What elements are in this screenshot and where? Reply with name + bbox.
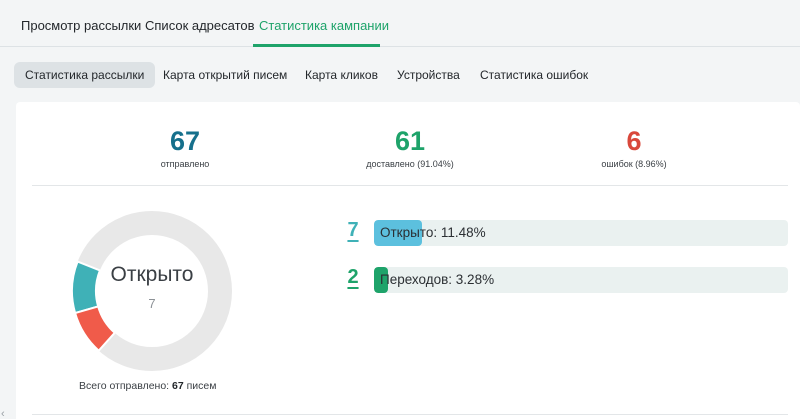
opened-bar-label: Открыто: 11.48% xyxy=(380,225,486,240)
clicks-count-link[interactable]: 2 xyxy=(343,266,363,289)
scroll-left-icon[interactable]: ‹ xyxy=(1,408,5,419)
section-divider xyxy=(32,185,788,186)
subtab-open-map[interactable]: Карта открытий писем xyxy=(163,62,287,88)
total-sent-suffix: писем xyxy=(186,380,217,392)
subtab-click-map[interactable]: Карта кликов xyxy=(305,62,378,88)
top-tab-bar: Просмотр рассылки Список адресатов Стати… xyxy=(0,0,800,47)
stat-errors-value: 6 xyxy=(626,126,642,156)
stat-sent-value: 67 xyxy=(169,126,201,156)
opened-bar: Открыто: 11.48% xyxy=(374,220,788,246)
total-sent-text: Всего отправлено: 67 писем xyxy=(79,380,216,392)
stat-errors-label: ошибок (8.96%) xyxy=(601,159,667,169)
donut-center-value: 7 xyxy=(148,296,156,311)
subtab-error-statistics[interactable]: Статистика ошибок xyxy=(480,62,588,88)
donut-svg xyxy=(71,211,232,371)
stat-sent: 67 отправлено xyxy=(105,125,265,169)
stat-errors: 6 ошибок (8.96%) xyxy=(554,125,714,169)
donut-center-label: Открыто xyxy=(110,263,194,286)
tab-campaign-statistics[interactable]: Статистика кампании xyxy=(259,18,389,33)
subtab-mailing-statistics[interactable]: Статистика рассылки xyxy=(14,62,156,88)
active-tab-underline xyxy=(253,44,380,47)
opened-donut-chart: Открыто 7 xyxy=(70,209,234,373)
subtab-devices[interactable]: Устройства xyxy=(397,62,460,88)
stat-delivered-value: 61 xyxy=(394,126,426,156)
tab-mailing-preview[interactable]: Просмотр рассылки xyxy=(21,18,141,33)
total-sent-count: 67 xyxy=(172,380,184,392)
bottom-divider xyxy=(32,414,788,415)
stat-delivered: 61 доставлено (91.04%) xyxy=(330,125,490,169)
stat-sent-label: отправлено xyxy=(160,159,210,169)
opened-count-link[interactable]: 7 xyxy=(343,219,363,242)
tab-recipient-list[interactable]: Список адресатов xyxy=(145,18,255,33)
clicks-bar: Переходов: 3.28% xyxy=(374,267,788,293)
clicks-bar-label: Переходов: 3.28% xyxy=(380,272,495,287)
total-sent-prefix: Всего отправлено: xyxy=(79,380,170,392)
stat-delivered-label: доставлено (91.04%) xyxy=(366,159,454,169)
